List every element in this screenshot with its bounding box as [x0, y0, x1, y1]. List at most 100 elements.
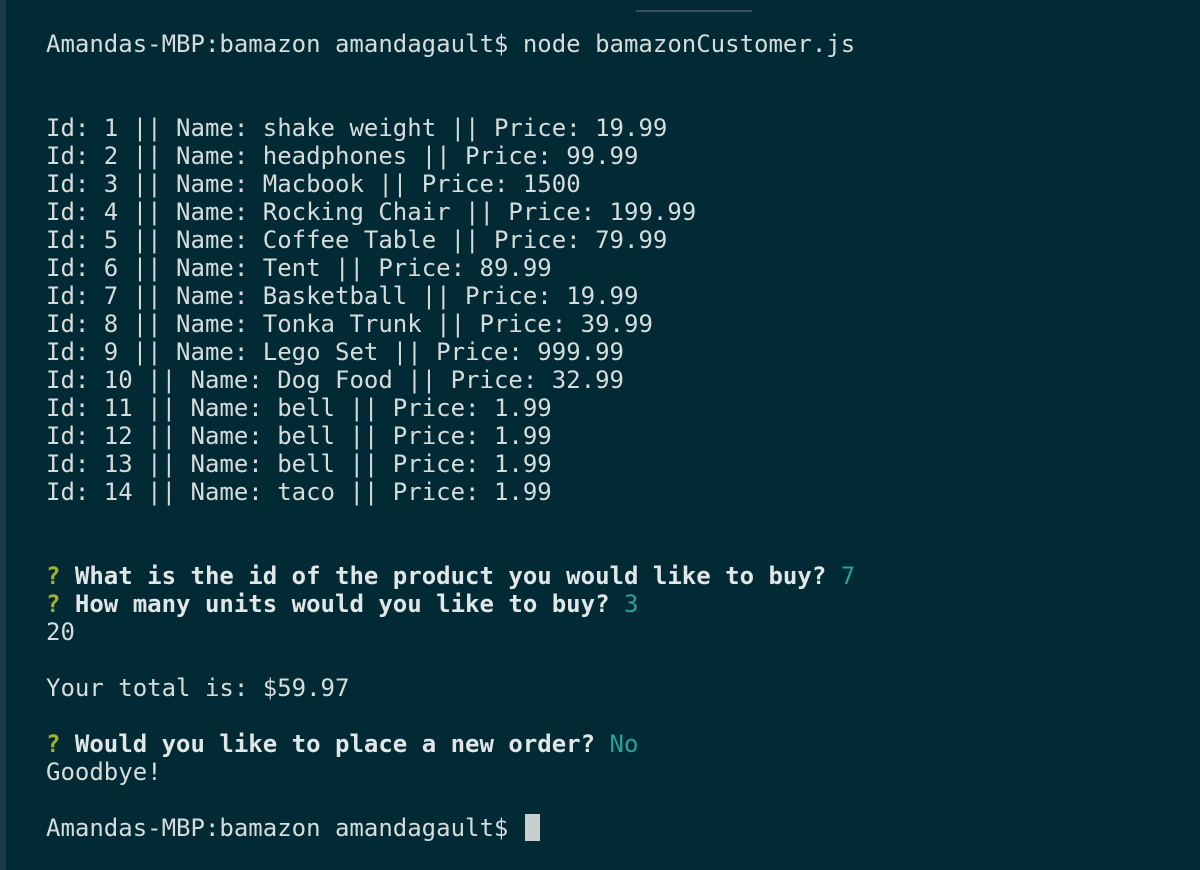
- field-label: || Name:: [118, 198, 263, 226]
- terminal-window[interactable]: Amandas-MBP:bamazon amandagault$ node ba…: [0, 0, 1200, 870]
- field-label: Id:: [46, 310, 104, 338]
- product-id: 14: [103, 478, 133, 506]
- stock-output: 20: [46, 618, 75, 646]
- command-line: Amandas-MBP:bamazon amandagault$ node ba…: [46, 30, 1180, 58]
- product-price: 1.99: [493, 422, 552, 450]
- field-label: || Price:: [392, 366, 552, 394]
- product-name: Coffee Table: [262, 226, 437, 254]
- product-id: 9: [103, 338, 119, 366]
- question-mark: ?: [46, 730, 61, 758]
- product-list: Id: 1 || Name: shake weight || Price: 19…: [46, 114, 1180, 506]
- field-label: || Name:: [118, 114, 263, 142]
- field-label: Id:: [46, 450, 104, 478]
- field-label: || Name:: [118, 310, 263, 338]
- product-id: 11: [103, 394, 133, 422]
- product-row: Id: 1 || Name: shake weight || Price: 19…: [46, 114, 1180, 142]
- field-label: Id:: [46, 114, 104, 142]
- terminal-output: Amandas-MBP:bamazon amandagault$ node ba…: [46, 30, 1180, 842]
- product-row: Id: 7 || Name: Basketball || Price: 19.9…: [46, 282, 1180, 310]
- field-label: || Name:: [132, 450, 278, 478]
- product-price: 32.99: [551, 366, 624, 394]
- field-label: || Name:: [118, 226, 263, 254]
- question-text: How many units would you like to buy?: [74, 590, 610, 618]
- shell-prompt: Amandas-MBP:bamazon amandagault$: [46, 30, 509, 58]
- product-id: 3: [103, 170, 119, 198]
- product-price: 1500: [522, 170, 581, 198]
- product-price: 999.99: [537, 338, 624, 366]
- product-row: Id: 4 || Name: Rocking Chair || Price: 1…: [46, 198, 1180, 226]
- field-label: || Name:: [132, 478, 278, 506]
- product-price: 19.99: [566, 282, 639, 310]
- field-label: || Price:: [335, 450, 494, 478]
- field-label: Id:: [46, 366, 104, 394]
- goodbye-line: Goodbye!: [46, 758, 162, 786]
- field-label: Id:: [46, 394, 104, 422]
- product-price: 79.99: [595, 226, 668, 254]
- product-price: 1.99: [493, 394, 552, 422]
- shell-prompt: Amandas-MBP:bamazon amandagault$: [46, 814, 509, 842]
- product-row: Id: 13 || Name: bell || Price: 1.99: [46, 450, 1180, 478]
- product-id: 4: [103, 198, 119, 226]
- field-label: Id:: [46, 282, 104, 310]
- field-label: Id:: [46, 338, 104, 366]
- product-id: 13: [103, 450, 133, 478]
- product-name: bell: [277, 450, 335, 478]
- question-units: ? How many units would you like to buy? …: [46, 590, 1180, 618]
- field-label: || Price:: [335, 478, 494, 506]
- product-row: Id: 9 || Name: Lego Set || Price: 999.99: [46, 338, 1180, 366]
- product-id: 6: [103, 254, 119, 282]
- product-name: taco: [277, 478, 335, 506]
- product-row: Id: 11 || Name: bell || Price: 1.99: [46, 394, 1180, 422]
- product-row: Id: 8 || Name: Tonka Trunk || Price: 39.…: [46, 310, 1180, 338]
- product-row: Id: 14 || Name: taco || Price: 1.99: [46, 478, 1180, 506]
- product-id: 1: [103, 114, 119, 142]
- answer-text: No: [609, 730, 639, 758]
- product-price: 199.99: [609, 198, 697, 226]
- field-label: || Name:: [132, 422, 278, 450]
- field-label: Id:: [46, 226, 104, 254]
- question-mark: ?: [46, 590, 61, 618]
- field-label: || Price:: [335, 394, 494, 422]
- product-row: Id: 3 || Name: Macbook || Price: 1500: [46, 170, 1180, 198]
- field-label: || Price:: [363, 170, 523, 198]
- answer-text: 3: [623, 590, 639, 618]
- product-price: 39.99: [580, 310, 653, 338]
- field-label: || Price:: [407, 282, 567, 310]
- field-label: || Name:: [118, 142, 263, 170]
- field-label: || Price:: [421, 310, 581, 338]
- product-price: 19.99: [595, 114, 668, 142]
- field-label: || Price:: [407, 142, 567, 170]
- field-label: || Name:: [118, 170, 263, 198]
- product-id: 10: [103, 366, 133, 394]
- product-name: Basketball: [262, 282, 408, 310]
- question-text: What is the id of the product you would …: [74, 562, 827, 590]
- product-name: Macbook: [262, 170, 364, 198]
- product-name: Tent: [262, 254, 321, 282]
- field-label: Id:: [46, 198, 104, 226]
- product-id: 12: [103, 422, 133, 450]
- product-name: Rocking Chair: [262, 198, 451, 226]
- product-id: 8: [103, 310, 119, 338]
- field-label: || Price:: [335, 422, 494, 450]
- product-price: 1.99: [493, 478, 552, 506]
- field-label: || Name:: [132, 366, 278, 394]
- question-product-id: ? What is the id of the product you woul…: [46, 562, 1180, 590]
- product-row: Id: 5 || Name: Coffee Table || Price: 79…: [46, 226, 1180, 254]
- final-prompt-line[interactable]: Amandas-MBP:bamazon amandagault$: [46, 814, 1180, 842]
- product-id: 7: [103, 282, 119, 310]
- field-label: || Price:: [436, 226, 596, 254]
- text-cursor[interactable]: [524, 814, 540, 841]
- product-row: Id: 6 || Name: Tent || Price: 89.99: [46, 254, 1180, 282]
- field-label: || Price:: [320, 254, 480, 282]
- field-label: Id:: [46, 142, 104, 170]
- product-row: Id: 2 || Name: headphones || Price: 99.9…: [46, 142, 1180, 170]
- field-label: Id:: [46, 422, 104, 450]
- command-text: node bamazonCustomer.js: [522, 30, 856, 58]
